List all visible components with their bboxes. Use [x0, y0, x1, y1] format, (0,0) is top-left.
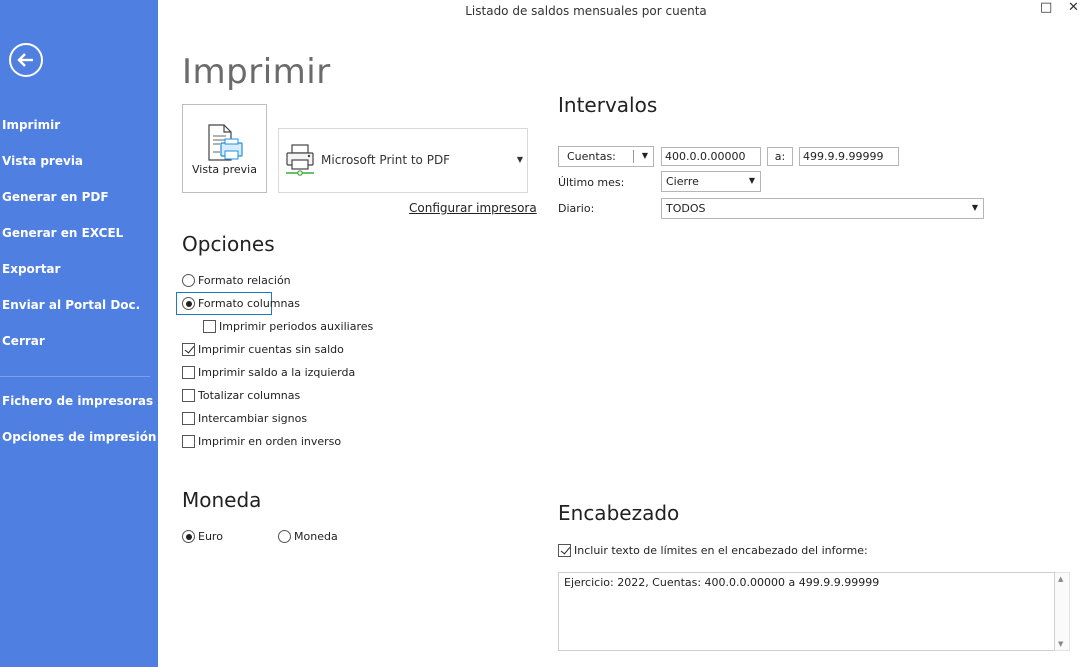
scroll-down-icon[interactable]: ▼: [1058, 640, 1063, 648]
checkbox-checked[interactable]: [558, 544, 571, 557]
sidebar-item-opciones-impresion[interactable]: Opciones de impresión: [2, 430, 156, 444]
preview-button[interactable]: Vista previa: [182, 104, 267, 193]
check-imprimir-cuentas-sin-saldo[interactable]: Imprimir cuentas sin saldo: [182, 343, 344, 356]
range-to-input[interactable]: 499.9.9.99999: [799, 147, 899, 166]
intervals-title: Intervalos: [558, 93, 658, 117]
radio-euro[interactable]: Euro: [182, 530, 223, 543]
chevron-down-icon: ▼: [971, 203, 978, 212]
currency-title: Moneda: [182, 488, 262, 512]
sidebar-item-enviar-portal[interactable]: Enviar al Portal Doc.: [2, 298, 140, 312]
option-label: Intercambiar signos: [198, 412, 308, 425]
option-label: Imprimir en orden inverso: [198, 435, 342, 448]
sidebar-item-generar-pdf[interactable]: Generar en PDF: [2, 190, 109, 204]
printer-icon: [286, 144, 314, 176]
range-type-select[interactable]: Cuentas: ▼: [558, 146, 654, 167]
back-arrow-icon[interactable]: [9, 43, 43, 77]
radio-formato-columnas[interactable]: Formato columnas: [182, 297, 300, 310]
sidebar: Imprimir Vista previa Generar en PDF Gen…: [0, 0, 158, 667]
sidebar-item-vista-previa[interactable]: Vista previa: [2, 154, 83, 168]
printer-select[interactable]: Microsoft Print to PDF ▼: [278, 128, 528, 193]
scrollbar[interactable]: ▲ ▼: [1055, 572, 1070, 651]
sidebar-item-generar-excel[interactable]: Generar en EXCEL: [2, 226, 123, 240]
sidebar-item-exportar[interactable]: Exportar: [2, 262, 60, 276]
configure-printer-link[interactable]: Configurar impresora: [409, 201, 537, 215]
option-label: Moneda: [294, 530, 338, 543]
sidebar-item-cerrar[interactable]: Cerrar: [2, 334, 45, 348]
option-label: Totalizar columnas: [198, 389, 301, 402]
range-from-input[interactable]: 400.0.0.00000: [661, 147, 761, 166]
header-title: Encabezado: [558, 501, 680, 525]
checkbox[interactable]: [203, 320, 216, 333]
journal-label: Diario:: [558, 202, 595, 215]
option-label: Imprimir periodos auxiliares: [219, 320, 374, 333]
select-divider: [633, 150, 634, 163]
maximize-icon[interactable]: □: [1040, 0, 1052, 15]
printer-name: Microsoft Print to PDF: [321, 153, 451, 167]
chevron-down-icon: ▼: [641, 151, 648, 160]
radio-button[interactable]: [182, 274, 195, 287]
journal-select[interactable]: TODOS ▼: [661, 198, 984, 219]
checkbox-checked[interactable]: [182, 343, 195, 356]
range-to-button[interactable]: a:: [767, 147, 793, 166]
sidebar-item-imprimir[interactable]: Imprimir: [2, 118, 60, 132]
option-label: Formato relación: [198, 274, 291, 287]
check-imprimir-saldo-izquierda[interactable]: Imprimir saldo a la izquierda: [182, 366, 355, 379]
chevron-down-icon: ▼: [516, 155, 523, 164]
radio-formato-relacion[interactable]: Formato relación: [182, 274, 291, 287]
check-intercambiar-signos[interactable]: Intercambiar signos: [182, 412, 307, 425]
option-label: Formato columnas: [198, 297, 300, 310]
last-month-value: Cierre: [666, 175, 699, 188]
chevron-down-icon: ▼: [748, 176, 755, 185]
check-imprimir-periodos-auxiliares[interactable]: Imprimir periodos auxiliares: [203, 320, 373, 333]
radio-button-selected[interactable]: [182, 297, 195, 310]
option-label: Imprimir saldo a la izquierda: [198, 366, 356, 379]
radio-button-selected[interactable]: [182, 530, 195, 543]
close-icon[interactable]: ✕: [1068, 0, 1079, 15]
window-title: Listado de saldos mensuales por cuenta: [465, 4, 707, 18]
journal-value: TODOS: [666, 202, 706, 215]
range-type-value: Cuentas:: [567, 150, 616, 163]
option-label: Incluir texto de límites en el encabezad…: [574, 544, 868, 557]
radio-button[interactable]: [278, 530, 291, 543]
document-preview-icon: [208, 124, 243, 161]
checkbox[interactable]: [182, 435, 195, 448]
check-imprimir-orden-inverso[interactable]: Imprimir en orden inverso: [182, 435, 341, 448]
option-label: Imprimir cuentas sin saldo: [198, 343, 344, 356]
radio-moneda[interactable]: Moneda: [278, 530, 338, 543]
last-month-label: Último mes:: [558, 176, 625, 189]
option-label: Euro: [198, 530, 223, 543]
checkbox[interactable]: [182, 412, 195, 425]
sidebar-divider: [0, 376, 150, 377]
options-title: Opciones: [182, 232, 275, 256]
preview-button-label: Vista previa: [192, 163, 257, 176]
scroll-up-icon[interactable]: ▲: [1058, 575, 1063, 583]
check-totalizar-columnas[interactable]: Totalizar columnas: [182, 389, 300, 402]
page-title: Imprimir: [182, 52, 331, 92]
checkbox[interactable]: [182, 389, 195, 402]
checkbox[interactable]: [182, 366, 195, 379]
last-month-select[interactable]: Cierre ▼: [661, 171, 761, 192]
sidebar-item-fichero-impresoras[interactable]: Fichero de impresoras: [2, 394, 153, 408]
check-include-limits[interactable]: Incluir texto de límites en el encabezad…: [558, 544, 868, 557]
header-text-area[interactable]: Ejercicio: 2022, Cuentas: 400.0.0.00000 …: [558, 572, 1055, 651]
